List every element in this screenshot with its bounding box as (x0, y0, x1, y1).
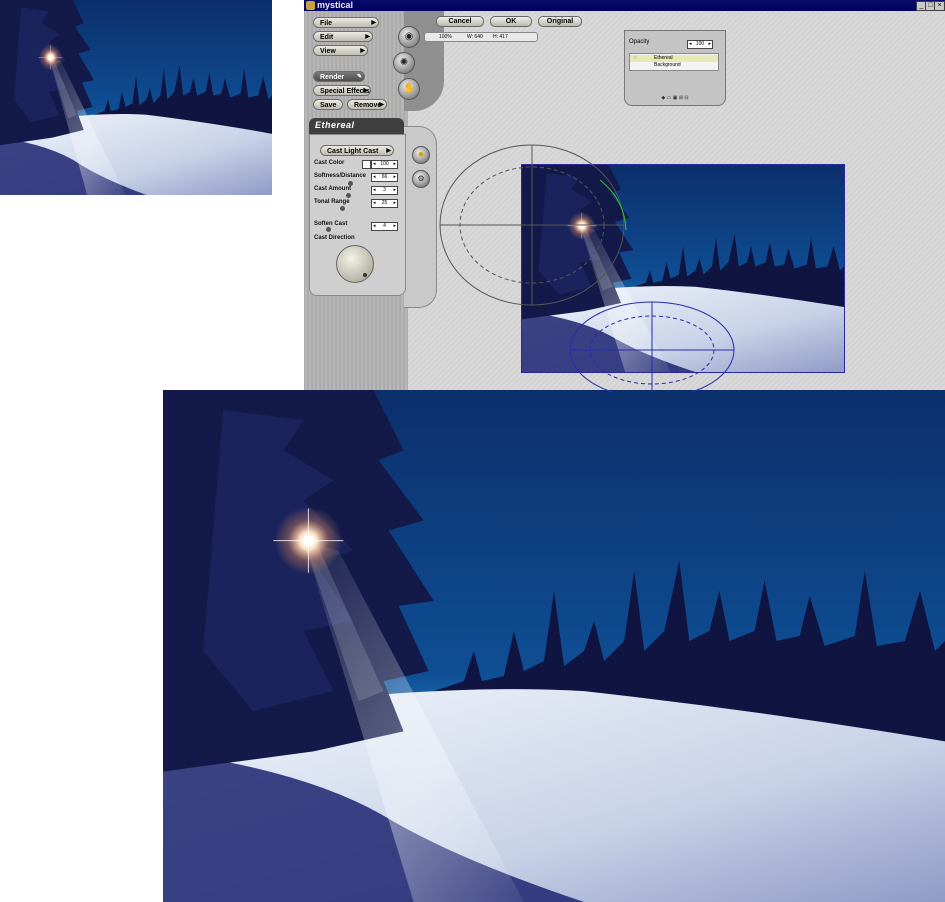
eye-icon[interactable]: ☆ (633, 55, 637, 62)
hand-icon: ✋ (402, 83, 416, 94)
close-button[interactable]: × (934, 1, 945, 11)
pan-hand-button[interactable]: ✋ (398, 78, 420, 100)
chevron-right-icon: ▶ (386, 148, 391, 154)
app-icon (306, 1, 315, 10)
tonal-range-field[interactable]: ◂ 25 ▸ (371, 199, 398, 208)
cast-color-label: Cast Color (314, 160, 345, 166)
gear-icon: ⚙ (417, 174, 425, 183)
light-source-gizmo (439, 144, 625, 306)
shadow-target-gizmo (569, 301, 735, 392)
tonal-range-label: Tonal Range (314, 199, 350, 205)
cast-amount-value: 3 (383, 187, 386, 193)
soften-cast-value: 4 (383, 223, 386, 229)
cast-amount-label: Cast Amount (314, 186, 352, 192)
special-effects-button[interactable]: Special Effects ▶ (313, 85, 371, 96)
palette-icons[interactable]: ◆ ▭ ▣ ⊞ ⊟ (661, 95, 688, 101)
layer-row[interactable]: ☆ Ethereal (630, 55, 718, 62)
tonal-range-slider-knob[interactable] (340, 206, 345, 211)
chevron-right-icon: ▶ (379, 102, 384, 108)
edit-menu-label: Edit (320, 34, 334, 41)
opacity-field[interactable]: ◂ 100 ▸ (687, 40, 713, 49)
direction-indicator (363, 273, 367, 277)
window-title: mystical (317, 0, 354, 10)
layer-name: Ethereal (654, 55, 673, 61)
cast-direction-dial[interactable] (336, 245, 374, 283)
lightbulb-button[interactable]: ✹ (412, 146, 430, 164)
palette-toolbar: ◆ ▭ ▣ ⊞ ⊟ (625, 95, 725, 103)
remove-label: Remove (354, 102, 382, 109)
softness-distance-field[interactable]: ◂ 66 ▸ (371, 173, 398, 182)
softness-distance-label: Softness/Distance (314, 173, 367, 179)
cast-direction-label: Cast Direction (314, 235, 355, 241)
cast-color-swatch[interactable] (362, 160, 371, 169)
dial-icon: ✺ (399, 57, 409, 68)
chevron-right-icon: ▶ (365, 34, 370, 40)
effect-settings-panel: Cast Light Cast ▶ Cast Color ◂ 100 ▸ Softne… (309, 134, 406, 296)
cancel-button[interactable]: Cancel (436, 16, 484, 27)
cast-color-field[interactable]: ◂ 100 ▸ (371, 160, 398, 169)
layer-name: Background (654, 62, 681, 68)
gear-button[interactable]: ⚙ (412, 170, 430, 188)
height-readout: H: 417 (493, 34, 508, 40)
brush-icon: ✎ (356, 74, 362, 80)
original-button[interactable]: Original (538, 16, 582, 27)
opacity-value: 100 (695, 41, 705, 47)
thumbnail-photo (0, 0, 272, 195)
save-label: Save (320, 102, 337, 109)
chevron-right-icon: ▶ (371, 20, 376, 26)
softness-distance-value: 66 (381, 174, 388, 180)
eye-icon: ◉ (404, 31, 414, 42)
cast-amount-slider-knob[interactable] (346, 193, 351, 198)
effect-tab-title: Ethereal (315, 120, 355, 130)
edit-menu-button[interactable]: Edit ▶ (313, 31, 373, 42)
title-bar: mystical _ □ × (304, 0, 945, 11)
ok-button[interactable]: OK (490, 16, 532, 27)
file-menu-label: File (320, 20, 333, 27)
image-info-bar: 100% W: 640 H: 417 (424, 32, 538, 42)
sun-icon: ✹ (417, 150, 425, 159)
tonal-range-value: 25 (381, 200, 388, 206)
layers-palette: Opacity ◂ 100 ▸ ☆ Ethereal Background ◆ ▭ ▣… (624, 30, 726, 106)
result-photo (163, 390, 945, 902)
navigator-dial-button[interactable]: ✺ (393, 52, 415, 74)
opacity-label: Opacity (629, 39, 650, 45)
view-menu-label: View (320, 48, 336, 55)
layer-row[interactable]: Background (630, 62, 718, 69)
view-menu-button[interactable]: View ▶ (313, 45, 368, 56)
cast-amount-field[interactable]: ◂ 3 ▸ (371, 186, 398, 195)
remove-button[interactable]: Remove ▶ (347, 99, 387, 110)
save-button[interactable]: Save (313, 99, 343, 110)
soften-cast-field[interactable]: ◂ 4 ▸ (371, 222, 398, 231)
preset-dropdown[interactable]: Cast Light Cast ▶ (320, 145, 394, 156)
cast-color-value: 100 (380, 161, 389, 167)
render-label: Render (320, 74, 345, 81)
chevron-right-icon: ▶ (363, 88, 368, 94)
file-menu-button[interactable]: File ▶ (313, 17, 379, 28)
effect-tab[interactable]: Ethereal (309, 118, 404, 134)
render-button[interactable]: Render ✎ (313, 71, 365, 82)
zoom-readout: 100% (439, 34, 452, 40)
soften-cast-slider-knob[interactable] (326, 227, 331, 232)
chevron-right-icon: ▶ (360, 48, 365, 54)
preview-eye-button[interactable]: ◉ (398, 26, 420, 48)
preset-label: Cast Light Cast (327, 148, 379, 155)
soften-cast-label: Soften Cast (314, 221, 348, 227)
light-gizmo-overlay[interactable] (430, 140, 760, 392)
width-readout: W: 640 (467, 34, 483, 40)
layer-list: ☆ Ethereal Background (629, 53, 719, 71)
